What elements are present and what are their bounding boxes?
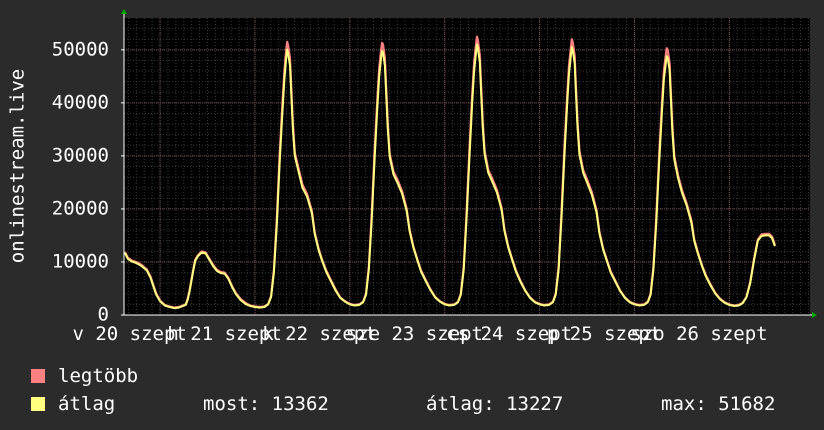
x-tick-labels: v 20 szepth 21 szeptk 22 szeptsze 23 sze… [72, 323, 767, 345]
legend-label-avg: átlag [58, 393, 116, 415]
legend-row-max: legtöbb [31, 362, 138, 390]
y-tick-label: 50000 [52, 38, 109, 60]
stat-average: átlag: 13227 [426, 393, 564, 415]
x-tick-label: szo 26 szept [630, 323, 767, 345]
legend-swatch-max [31, 369, 45, 383]
y-tick-label: 40000 [52, 91, 109, 113]
stat-max: max: 51682 [661, 393, 776, 415]
y-axis-label: onlinestream.live [7, 69, 29, 263]
legend-swatch-avg [31, 397, 45, 411]
y-tick-label: 20000 [52, 197, 109, 219]
y-tick-labels: 01000020000300004000050000 [52, 38, 109, 325]
line-chart: 01000020000300004000050000 v 20 szepth 2… [7, 9, 817, 345]
legend: legtöbb átlag most: 13362 átlag: 13227 m… [31, 362, 775, 418]
y-tick-label: 30000 [52, 144, 109, 166]
x-axis-arrow [812, 312, 817, 318]
stat-now: most: 13362 [203, 393, 329, 415]
legend-label-max: legtöbb [58, 365, 139, 387]
y-axis-arrow [121, 9, 127, 14]
y-tick-label: 10000 [52, 250, 109, 272]
legend-row-avg: átlag most: 13362 átlag: 13227 max: 5168… [31, 390, 775, 418]
